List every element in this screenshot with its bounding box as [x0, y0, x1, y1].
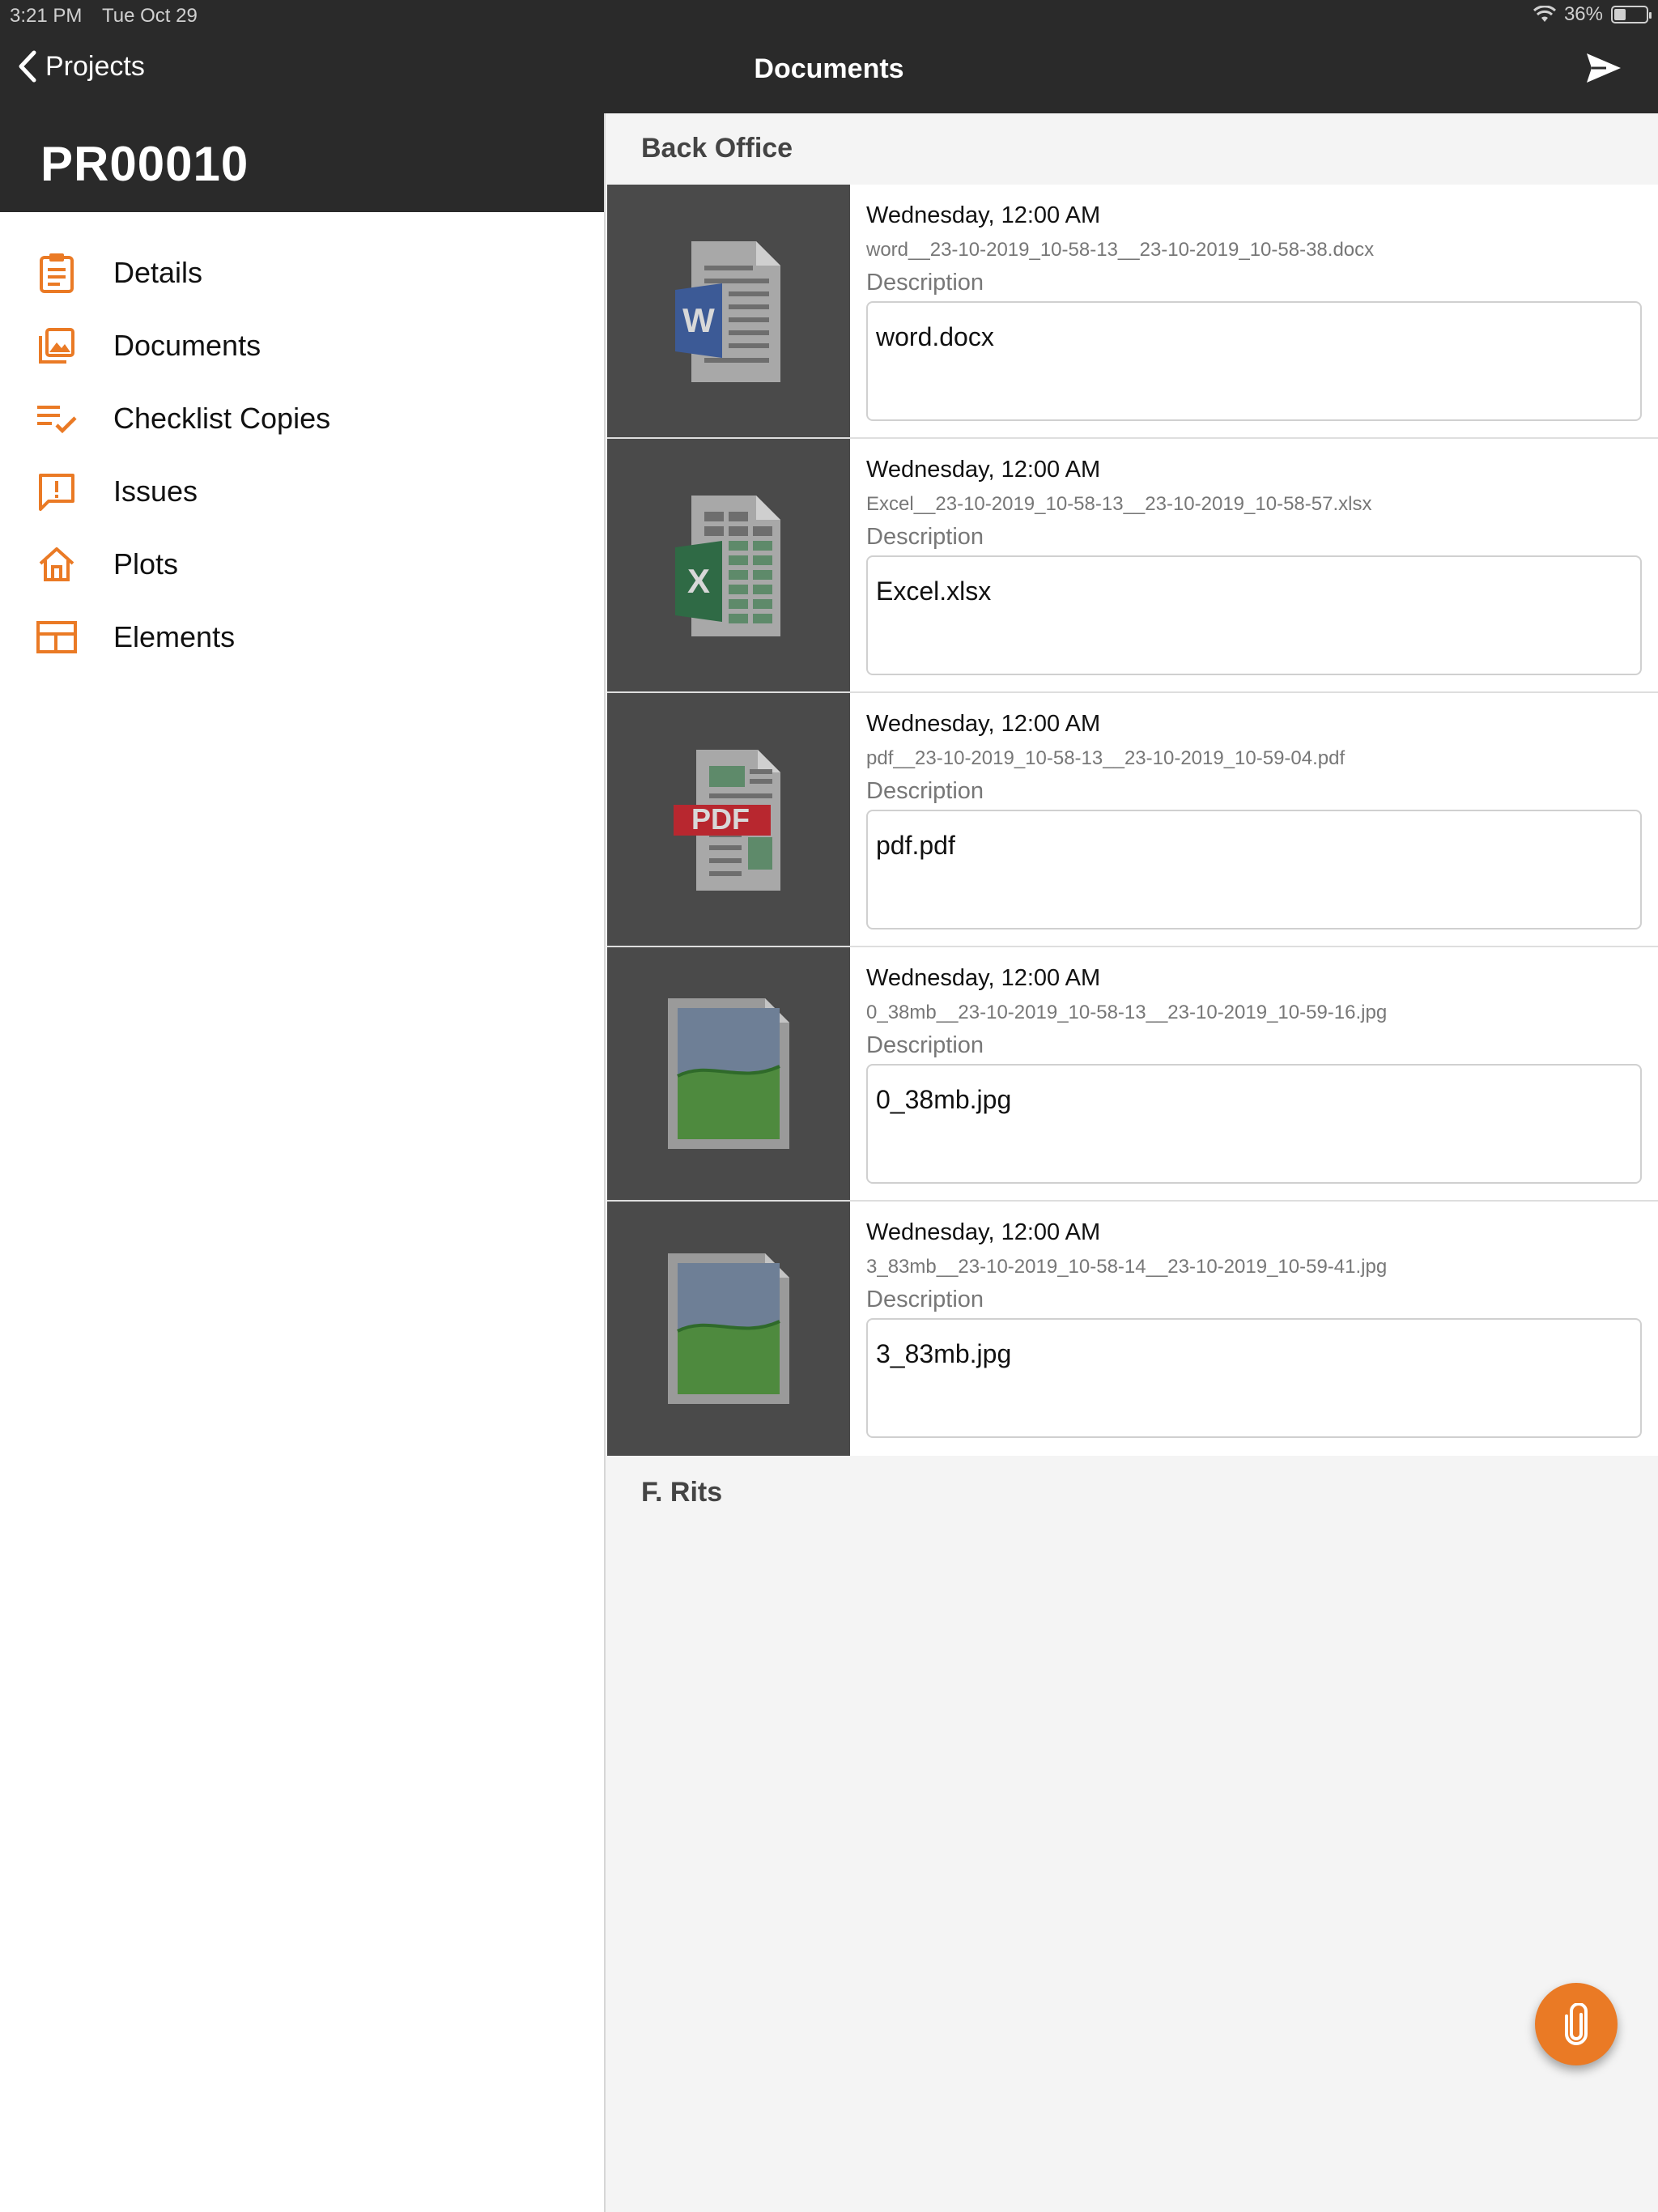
- description-field[interactable]: pdf.pdf: [866, 810, 1642, 929]
- description-label: Description: [866, 524, 984, 550]
- document-date: Wednesday, 12:00 AM: [866, 457, 1101, 483]
- home-icon: [0, 546, 113, 583]
- pdf-file-icon: PDF: [674, 750, 780, 891]
- sidebar-item-label: Checklist Copies: [113, 402, 331, 435]
- description-field[interactable]: 0_38mb.jpg: [866, 1064, 1642, 1184]
- excel-file-icon: X: [675, 496, 780, 636]
- document-thumbnail[interactable]: [607, 1202, 850, 1456]
- send-button[interactable]: [1585, 52, 1622, 88]
- project-code: PR00010: [0, 113, 604, 212]
- sidebar-item-label: Documents: [113, 329, 261, 362]
- sidebar-item-label: Plots: [113, 547, 179, 581]
- document-info: Wednesday, 12:00 AM Excel__23-10-2019_10…: [850, 439, 1658, 691]
- document-date: Wednesday, 12:00 AM: [866, 711, 1101, 737]
- battery-icon: [1611, 6, 1652, 23]
- top-navigation-bar: 3:21 PM Tue Oct 29 36% Projects Document…: [0, 0, 1658, 113]
- elements-icon: [0, 621, 113, 653]
- documents-panel: Back Office W Wednesday, 12:00 AM word__…: [607, 113, 1658, 2212]
- document-filename: word__23-10-2019_10-58-13__23-10-2019_10…: [866, 239, 1375, 261]
- status-right: 36%: [1533, 3, 1652, 26]
- sidebar-item-label: Elements: [113, 620, 236, 653]
- description-label: Description: [866, 1287, 984, 1312]
- document-date: Wednesday, 12:00 AM: [866, 202, 1101, 228]
- status-bar: 3:21 PM Tue Oct 29 36%: [0, 0, 1658, 32]
- document-date: Wednesday, 12:00 AM: [866, 965, 1101, 991]
- sidebar: PR00010 Details Documents Checklist Copi…: [0, 113, 606, 2212]
- section-header-back-office: Back Office: [641, 133, 793, 164]
- document-thumbnail[interactable]: W: [607, 185, 850, 437]
- svg-text:PDF: PDF: [691, 802, 750, 836]
- battery-fill: [1614, 9, 1626, 20]
- checklist-icon: [0, 402, 113, 435]
- sidebar-item-documents[interactable]: Documents: [0, 309, 604, 382]
- description-field[interactable]: 3_83mb.jpg: [866, 1318, 1642, 1438]
- document-thumbnail[interactable]: X: [607, 439, 850, 691]
- gallery-icon: [0, 326, 113, 365]
- sidebar-item-label: Issues: [113, 474, 198, 508]
- clipboard-icon: [0, 252, 113, 294]
- sidebar-item-label: Details: [113, 256, 203, 289]
- document-info: Wednesday, 12:00 AM 0_38mb__23-10-2019_1…: [850, 947, 1658, 1200]
- document-row[interactable]: W Wednesday, 12:00 AM word__23-10-2019_1…: [607, 185, 1658, 439]
- document-row[interactable]: PDF Wednesday, 12:00 AM pdf__23-10-2019_…: [607, 693, 1658, 947]
- document-filename: pdf__23-10-2019_10-58-13__23-10-2019_10-…: [866, 747, 1346, 769]
- document-filename: 0_38mb__23-10-2019_10-58-13__23-10-2019_…: [866, 1002, 1388, 1023]
- description-field[interactable]: Excel.xlsx: [866, 555, 1642, 675]
- status-time: 3:21 PM: [10, 5, 83, 27]
- sidebar-menu: Details Documents Checklist Copies Issue…: [0, 212, 604, 674]
- document-thumbnail[interactable]: [607, 947, 850, 1200]
- description-field[interactable]: word.docx: [866, 301, 1642, 421]
- sidebar-item-plots[interactable]: Plots: [0, 528, 604, 601]
- sidebar-item-checklist-copies[interactable]: Checklist Copies: [0, 382, 604, 455]
- document-filename: 3_83mb__23-10-2019_10-58-14__23-10-2019_…: [866, 1256, 1388, 1278]
- status-date: Tue Oct 29: [102, 5, 198, 27]
- wifi-icon: [1533, 6, 1556, 22]
- page-title: Documents: [754, 53, 904, 84]
- description-label: Description: [866, 1032, 984, 1058]
- description-label: Description: [866, 270, 984, 296]
- document-row[interactable]: X Wednesday, 12:00 AM Excel__23-10-2019_…: [607, 439, 1658, 693]
- document-info: Wednesday, 12:00 AM 3_83mb__23-10-2019_1…: [850, 1202, 1658, 1456]
- sidebar-item-issues[interactable]: Issues: [0, 455, 604, 528]
- document-row[interactable]: Wednesday, 12:00 AM 3_83mb__23-10-2019_1…: [607, 1202, 1658, 1456]
- attach-button[interactable]: [1535, 1983, 1618, 2065]
- word-file-icon: W: [675, 241, 780, 382]
- sidebar-item-elements[interactable]: Elements: [0, 601, 604, 674]
- document-row[interactable]: Wednesday, 12:00 AM 0_38mb__23-10-2019_1…: [607, 947, 1658, 1202]
- svg-text:X: X: [687, 562, 710, 600]
- document-info: Wednesday, 12:00 AM pdf__23-10-2019_10-5…: [850, 693, 1658, 946]
- sidebar-item-details[interactable]: Details: [0, 236, 604, 309]
- image-file-icon: [668, 1253, 789, 1404]
- send-icon: [1587, 53, 1621, 83]
- document-thumbnail[interactable]: PDF: [607, 693, 850, 946]
- document-filename: Excel__23-10-2019_10-58-13__23-10-2019_1…: [866, 493, 1372, 515]
- section-header-f-rits: F. Rits: [641, 1477, 723, 1508]
- issue-icon: [0, 472, 113, 511]
- document-date: Wednesday, 12:00 AM: [866, 1219, 1101, 1245]
- description-label: Description: [866, 778, 984, 804]
- document-info: Wednesday, 12:00 AM word__23-10-2019_10-…: [850, 185, 1658, 437]
- svg-text:W: W: [682, 301, 715, 339]
- image-file-icon: [668, 998, 789, 1149]
- battery-percent: 36%: [1563, 3, 1603, 25]
- paperclip-icon: [1565, 2003, 1588, 2045]
